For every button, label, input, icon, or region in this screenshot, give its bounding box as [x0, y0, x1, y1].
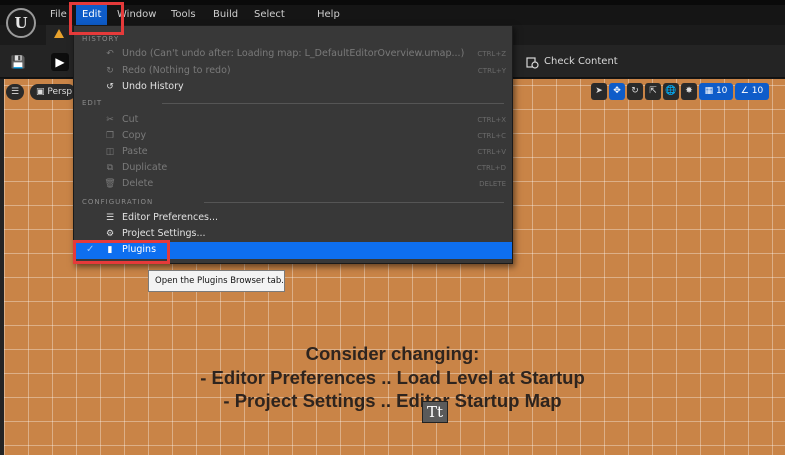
edit-section-heading: EDIT [82, 99, 103, 107]
menu-item-copy[interactable]: ❐ Copy CTRL+C [74, 128, 512, 144]
redo-icon: ↻ [106, 66, 114, 76]
configuration-section-heading: CONFIGURATION [82, 198, 154, 206]
grid-snap-value: 10 [715, 86, 728, 96]
menu-item-undo-history[interactable]: ↺ Undo History [74, 79, 512, 95]
history-section-heading: HISTORY [82, 35, 120, 43]
redo-label: Redo (Nothing to redo) [122, 65, 231, 76]
edit-menu-dropdown: HISTORY ↶ Undo (Can't undo after: Loadin… [73, 25, 513, 264]
duplicate-icon: ⧉ [106, 163, 114, 173]
translate-icon[interactable]: ✥ [609, 83, 625, 100]
delete-shortcut: DELETE [479, 180, 506, 188]
menu-tools[interactable]: Tools [165, 5, 202, 25]
menu-item-redo[interactable]: ↻ Redo (Nothing to redo) CTRL+Y [74, 63, 512, 79]
menu-item-editor-preferences[interactable]: ☰ Editor Preferences... [74, 210, 512, 226]
angle-snap-value: 10 [751, 86, 764, 96]
cube-icon: ▣ [36, 87, 45, 97]
unreal-logo-icon[interactable]: U [6, 8, 36, 38]
menu-item-duplicate[interactable]: ⧉ Duplicate CTRL+D [74, 160, 512, 176]
startup-hint-line3: - Project Settings .. Editor Startup Map [223, 390, 562, 411]
viewport-menu-icon[interactable]: ☰ [6, 84, 24, 100]
plugins-tooltip: Open the Plugins Browser tab. [148, 270, 285, 292]
save-icon[interactable]: 💾 [9, 53, 27, 71]
edit-menu-highlight [69, 2, 124, 35]
paste-shortcut: CTRL+V [477, 148, 506, 156]
delete-icon: 🗑 [104, 179, 116, 189]
copy-label: Copy [122, 130, 147, 141]
surface-snap-icon[interactable]: ✸ [681, 83, 697, 100]
duplicate-shortcut: CTRL+D [476, 164, 506, 172]
sliders-icon: ☰ [105, 213, 115, 223]
copy-shortcut: CTRL+C [477, 132, 506, 140]
undo-history-label: Undo History [122, 81, 184, 92]
menu-item-paste[interactable]: ◫ Paste CTRL+V [74, 144, 512, 160]
level-icon [54, 29, 64, 38]
edit-section-divider [162, 103, 504, 104]
menu-item-undo[interactable]: ↶ Undo (Can't undo after: Loading map: L… [74, 46, 512, 62]
perspective-label: Persp [47, 87, 73, 97]
text-tool-icon[interactable]: Tt [422, 401, 448, 423]
duplicate-label: Duplicate [122, 162, 168, 173]
undo-icon: ↶ [106, 49, 114, 59]
select-mode-icon[interactable]: ➤ [591, 83, 607, 100]
perspective-button[interactable]: ▣ Persp [30, 84, 76, 100]
redo-shortcut: CTRL+Y [477, 67, 506, 75]
selection-mode-icon[interactable]: ▶ [51, 53, 69, 71]
menu-select[interactable]: Select [248, 5, 291, 25]
configuration-section-divider [204, 202, 504, 203]
angle-snap-toggle[interactable]: ∠ 10 [735, 83, 769, 100]
cut-shortcut: CTRL+X [477, 116, 506, 124]
check-content-icon [526, 56, 539, 69]
undo-shortcut: CTRL+Z [477, 50, 506, 58]
scale-icon[interactable]: ⇱ [645, 83, 661, 100]
check-content-button[interactable]: Check Content [526, 53, 618, 71]
undo-label: Undo (Can't undo after: Loading map: L_D… [122, 48, 465, 59]
paste-label: Paste [122, 146, 148, 157]
menu-build[interactable]: Build [207, 5, 244, 25]
rotate-icon[interactable]: ↻ [627, 83, 643, 100]
undo-history-icon: ↺ [106, 82, 114, 92]
viewport-transform-bar: ➤ ✥ ↻ ⇱ 🌐 ✸ ▦ 10 ∠ 10 [591, 83, 785, 101]
paste-icon: ◫ [105, 147, 115, 157]
menu-item-delete[interactable]: 🗑 Delete DELETE [74, 176, 512, 192]
copy-icon: ❐ [105, 131, 115, 141]
menu-help[interactable]: Help [311, 5, 346, 25]
delete-label: Delete [122, 178, 154, 189]
cut-label: Cut [122, 114, 139, 125]
startup-hint-line2: - Editor Preferences .. Load Level at St… [200, 367, 585, 388]
menu-item-cut[interactable]: ✂ Cut CTRL+X [74, 112, 512, 128]
cut-icon: ✂ [106, 115, 114, 125]
editor-preferences-label: Editor Preferences... [122, 212, 219, 223]
startup-hint-line1: Consider changing: [305, 343, 480, 364]
world-space-icon[interactable]: 🌐 [663, 83, 679, 100]
grid-snap-toggle[interactable]: ▦ 10 [699, 83, 733, 100]
check-content-label: Check Content [544, 56, 618, 67]
plugins-highlight [73, 240, 170, 264]
